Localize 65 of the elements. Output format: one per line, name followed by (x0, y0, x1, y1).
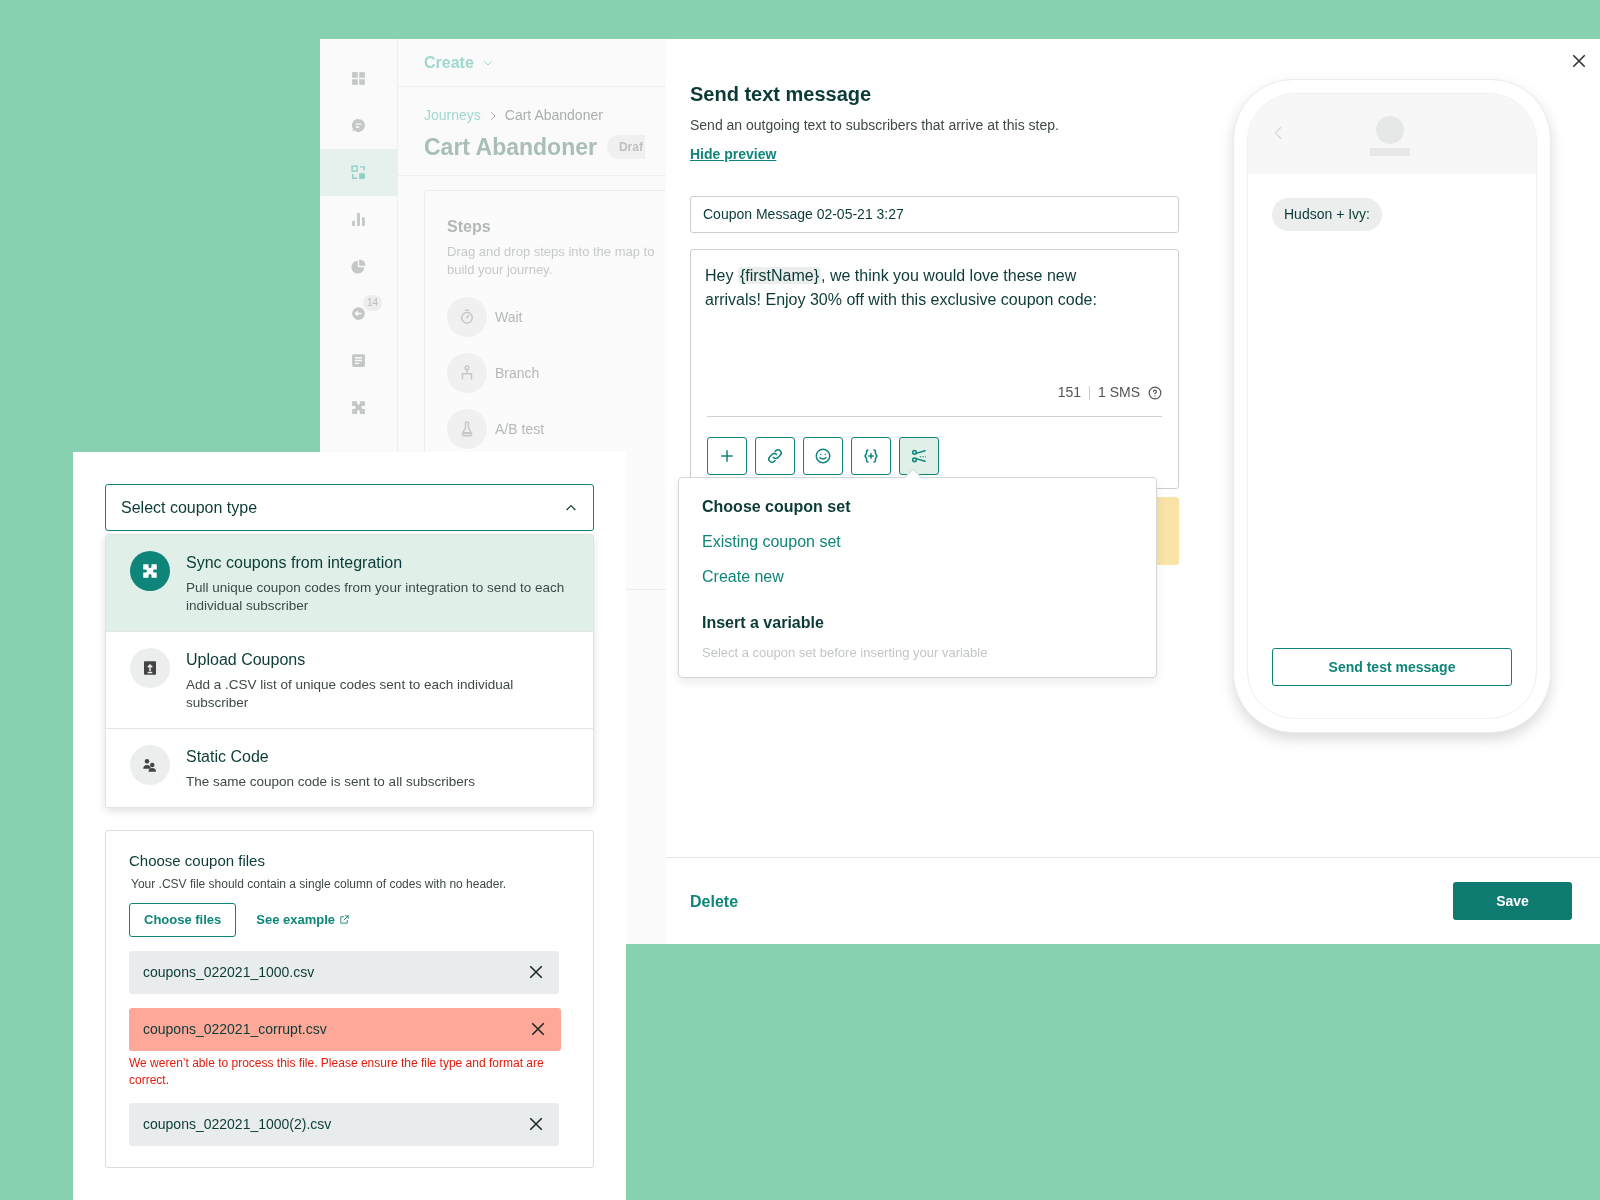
coupon-type-option[interactable]: Sync coupons from integration Pull unique coupon codes from your integration to send to each individual subscriber (106, 535, 593, 631)
option-description: The same coupon code is sent to all subscribers (186, 773, 475, 791)
message-text: Hey {firstName}, we think you would love these new arrivals! Enjoy 30% off with this exclusive coupon code: (705, 266, 1098, 310)
coupon-type-option[interactable]: Upload Coupons Add a .CSV list of unique codes sent to each individual subscriber (106, 631, 593, 728)
character-count: 151 (1057, 383, 1081, 402)
file-name: coupons_022021_1000(2).csv (143, 1114, 332, 1134)
external-link-icon (339, 914, 351, 925)
name-field[interactable]: Coupon Message 02-05-21 3:27 (690, 196, 1179, 233)
help-icon[interactable] (1148, 385, 1162, 400)
menu-option[interactable]: Existing coupon set (702, 530, 841, 554)
delete-link[interactable]: Delete (690, 890, 739, 914)
section-heading: Insert a variable (702, 613, 825, 633)
plus-icon (718, 447, 736, 465)
breadcrumb-current: Cart Abandoner (504, 106, 603, 125)
modal-description: Send an outgoing text to subscribers that arrive at this step. (690, 116, 1060, 135)
hint-text: Select a coupon set before inserting your variable (702, 644, 989, 662)
error-message: We weren’t able to process this file. Please ensure the file type and format are correct. (129, 1054, 545, 1089)
modal-title: Send text message (690, 82, 873, 107)
document-icon (350, 352, 367, 369)
pie-chart-icon (350, 258, 367, 275)
file-name: coupons_022021_corrupt.csv (143, 1019, 327, 1039)
steps-title: Steps (447, 217, 492, 237)
toolbar-button[interactable] (899, 437, 939, 475)
smiley-icon (814, 447, 832, 465)
choose-files-button[interactable]: Choose files (129, 902, 237, 937)
scissors-icon (910, 447, 928, 465)
stopwatch-icon (458, 308, 476, 326)
file-name: coupons_022021_1000.csv (143, 962, 315, 982)
option-title: Sync coupons from integration (186, 553, 404, 573)
send-test-button[interactable]: Send test message (1272, 648, 1512, 686)
puzzle-icon (141, 562, 159, 580)
flow-icon (350, 164, 367, 181)
card-title: Choose coupon files (129, 851, 266, 871)
hide-preview-link[interactable]: Hide preview (690, 144, 777, 165)
bar-chart-icon (350, 211, 367, 228)
puzzle-icon (350, 399, 367, 416)
close-icon[interactable] (1570, 52, 1588, 70)
save-button[interactable]: Save (1453, 882, 1572, 920)
toolbar-button[interactable] (707, 437, 747, 475)
braces-icon (862, 447, 880, 465)
link-icon (766, 447, 784, 465)
sms-count: 1 SMS (1098, 383, 1140, 402)
option-description: Pull unique coupon codes from your integration to send to each individual subscriber (186, 579, 566, 615)
upload-icon (141, 659, 159, 677)
option-description: Add a .CSV list of unique codes sent to each individual subscriber (186, 676, 515, 712)
reply-icon (350, 305, 367, 322)
option-title: Upload Coupons (186, 650, 307, 670)
toolbar-button[interactable] (851, 437, 891, 475)
close-icon[interactable] (527, 963, 545, 981)
chat-icon (350, 117, 367, 134)
people-icon (141, 756, 159, 774)
menu-option[interactable]: Create new (702, 565, 784, 589)
coupon-type-select[interactable]: Select coupon type (105, 484, 594, 531)
grid-icon (350, 70, 367, 87)
section-heading: Choose coupon set (702, 497, 852, 517)
toolbar-button[interactable] (803, 437, 843, 475)
see-example-link[interactable]: See example (256, 909, 351, 930)
message-bubble: Hudson + Ivy: (1272, 198, 1382, 231)
card-description: Your .CSV file should contain a single column of codes with no header. (130, 875, 508, 893)
toolbar-button[interactable] (755, 437, 795, 475)
coupon-type-option[interactable]: Static Code The same coupon code is sent to all subscribers (106, 728, 593, 807)
close-icon[interactable] (529, 1020, 547, 1038)
page-title: Cart Abandoner (424, 133, 597, 162)
option-title: Static Code (186, 747, 270, 767)
close-icon[interactable] (527, 1115, 545, 1133)
